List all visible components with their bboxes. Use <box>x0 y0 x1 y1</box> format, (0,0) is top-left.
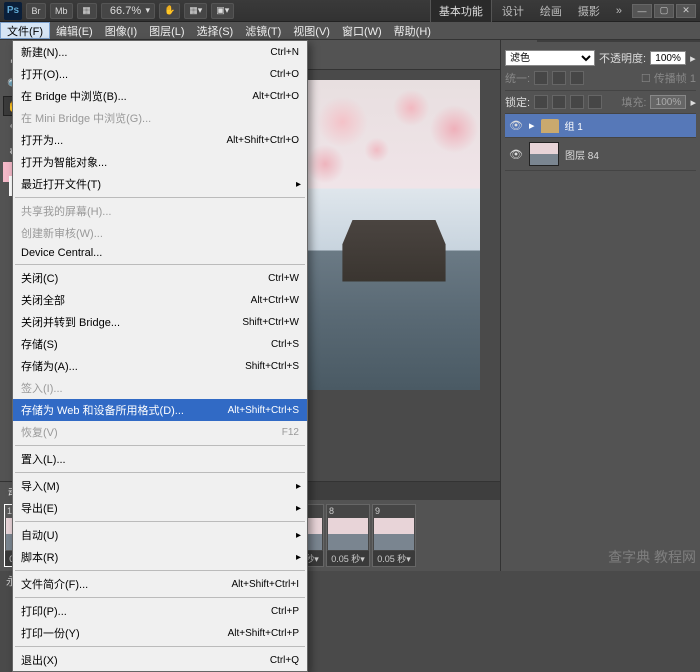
hand-tool-button[interactable]: ✋ <box>159 3 180 19</box>
file-menu-item: 在 Mini Bridge 中浏览(G)... <box>13 107 307 129</box>
unify-position-icon[interactable] <box>534 71 548 85</box>
unify-visibility-icon[interactable] <box>552 71 566 85</box>
expand-arrow-icon[interactable]: ▸ <box>529 119 535 132</box>
menu-image[interactable]: 图像(I) <box>99 22 143 39</box>
workspace-more[interactable]: » <box>610 2 628 20</box>
workspace-design[interactable]: 设计 <box>496 0 530 22</box>
title-bar: Ps Br Mb ▦ 66.7% ▾ ✋ ▦▾ ▣▾ 基本功能 设计 绘画 摄影… <box>0 0 700 22</box>
workspace-photo[interactable]: 摄影 <box>572 0 606 22</box>
menu-help[interactable]: 帮助(H) <box>388 22 437 39</box>
layer-list: 👁 ▸ 组 1 👁 图层 84 <box>505 114 696 171</box>
menu-edit[interactable]: 编辑(E) <box>50 22 99 39</box>
file-menu-item[interactable]: 关闭(C)Ctrl+W <box>13 267 307 289</box>
lock-position-icon[interactable] <box>570 95 584 109</box>
file-menu-item[interactable]: 置入(L)... <box>13 448 307 470</box>
file-menu-item[interactable]: 打开(O)...Ctrl+O <box>13 63 307 85</box>
ps-logo: Ps <box>4 2 22 20</box>
file-menu-item[interactable]: 新建(N)...Ctrl+N <box>13 41 307 63</box>
visibility-icon[interactable]: 👁 <box>509 119 523 133</box>
frame-delay[interactable]: 0.05 秒▾ <box>373 551 415 566</box>
timeline-frame[interactable]: 9 0.05 秒▾ <box>372 504 416 567</box>
timeline-frame[interactable]: 8 0.05 秒▾ <box>326 504 370 567</box>
lock-all-icon[interactable] <box>588 95 602 109</box>
file-menu-item: 共享我的屏幕(H)... <box>13 200 307 222</box>
document-canvas[interactable] <box>308 80 480 390</box>
view-extras-button[interactable]: ▦ <box>77 3 97 19</box>
blend-mode-select[interactable]: 滤色 <box>505 50 595 66</box>
lock-transparency-icon[interactable] <box>534 95 548 109</box>
layer-thumbnail <box>529 142 559 166</box>
file-menu-item[interactable]: 存储为(A)...Shift+Ctrl+S <box>13 355 307 377</box>
menu-select[interactable]: 选择(S) <box>191 22 240 39</box>
file-menu-item[interactable]: 在 Bridge 中浏览(B)...Alt+Ctrl+O <box>13 85 307 107</box>
opacity-arrow-icon[interactable]: ▸ <box>690 52 696 65</box>
file-menu-item[interactable]: 最近打开文件(T) <box>13 173 307 195</box>
file-menu-item[interactable]: 存储(S)Ctrl+S <box>13 333 307 355</box>
layer-name-label: 图层 84 <box>565 147 599 162</box>
layer-row[interactable]: 👁 ▸ 组 1 <box>505 114 696 138</box>
layers-panel: 滤色 不透明度: ▸ 统一: ☐ 传播帧 1 锁定: 填充: ▸ 👁▸组 1👁图… <box>501 42 700 175</box>
unify-style-icon[interactable] <box>570 71 584 85</box>
layer-name-label: 组 1 <box>565 118 583 133</box>
file-menu-item[interactable]: 打印(P)...Ctrl+P <box>13 600 307 622</box>
unify-label: 统一: <box>505 70 530 86</box>
menu-bar: 文件(F) 编辑(E) 图像(I) 图层(L) 选择(S) 滤镜(T) 视图(V… <box>0 22 700 40</box>
maximize-button[interactable]: ▢ <box>654 4 674 18</box>
file-menu-item[interactable]: 导出(E) <box>13 497 307 519</box>
file-menu-item: 签入(I)... <box>13 377 307 399</box>
fill-label: 填充: <box>621 94 646 110</box>
menu-window[interactable]: 窗口(W) <box>336 22 388 39</box>
menu-file[interactable]: 文件(F) <box>0 22 50 39</box>
file-menu-item[interactable]: 文件简介(F)...Alt+Shift+Ctrl+I <box>13 573 307 595</box>
file-menu-item[interactable]: 打开为...Alt+Shift+Ctrl+O <box>13 129 307 151</box>
frame-number: 8 <box>327 505 369 517</box>
frame-thumbnail <box>328 518 368 550</box>
file-menu-item[interactable]: 存储为 Web 和设备所用格式(D)...Alt+Shift+Ctrl+S <box>13 399 307 421</box>
menu-filter[interactable]: 滤镜(T) <box>239 22 287 39</box>
opacity-input[interactable] <box>650 51 686 65</box>
folder-icon <box>541 119 559 133</box>
window-controls: — ▢ ✕ <box>632 4 696 18</box>
file-menu-item: 创建新审核(W)... <box>13 222 307 244</box>
image-content-building <box>342 220 445 282</box>
workspace-active[interactable]: 基本功能 <box>430 0 492 23</box>
file-menu-dropdown: 新建(N)...Ctrl+N打开(O)...Ctrl+O在 Bridge 中浏览… <box>12 40 308 672</box>
menu-view[interactable]: 视图(V) <box>287 22 336 39</box>
frame-number: 9 <box>373 505 415 517</box>
file-menu-item[interactable]: 导入(M) <box>13 475 307 497</box>
visibility-icon[interactable]: 👁 <box>509 147 523 161</box>
arrange-button[interactable]: ▦▾ <box>184 3 207 19</box>
file-menu-item[interactable]: 关闭全部Alt+Ctrl+W <box>13 289 307 311</box>
image-content <box>308 80 480 220</box>
file-menu-item[interactable]: 脚本(R) <box>13 546 307 568</box>
minimize-button[interactable]: — <box>632 4 652 18</box>
minibridge-button[interactable]: Mb <box>50 3 73 19</box>
screen-mode-button[interactable]: ▣▾ <box>211 3 234 19</box>
file-menu-item: 恢复(V)F12 <box>13 421 307 443</box>
file-menu-item[interactable]: 自动(U) <box>13 524 307 546</box>
menu-layer[interactable]: 图层(L) <box>143 22 190 39</box>
file-menu-item[interactable]: Device Central... <box>13 244 307 262</box>
fill-input[interactable] <box>650 95 686 109</box>
file-menu-item[interactable]: 打印一份(Y)Alt+Shift+Ctrl+P <box>13 622 307 644</box>
file-menu-item[interactable]: 关闭并转到 Bridge...Shift+Ctrl+W <box>13 311 307 333</box>
file-menu-item[interactable]: 退出(X)Ctrl+Q <box>13 649 307 671</box>
opacity-label: 不透明度: <box>599 50 646 66</box>
zoom-dropdown[interactable]: 66.7% ▾ <box>101 3 156 19</box>
file-menu-item[interactable]: 打开为智能对象... <box>13 151 307 173</box>
lock-pixels-icon[interactable] <box>552 95 566 109</box>
frame-delay[interactable]: 0.05 秒▾ <box>327 551 369 566</box>
fill-arrow-icon[interactable]: ▸ <box>690 96 696 109</box>
frame-thumbnail <box>374 518 414 550</box>
bridge-button[interactable]: Br <box>26 3 46 19</box>
lock-label: 锁定: <box>505 94 530 110</box>
panels-dock: 图层 通道 路径 滤色 不透明度: ▸ 统一: ☐ 传播帧 1 锁定: 填充: … <box>500 22 700 571</box>
close-button[interactable]: ✕ <box>676 4 696 18</box>
workspace-paint[interactable]: 绘画 <box>534 0 568 22</box>
layer-row[interactable]: 👁 图层 84 <box>505 138 696 171</box>
